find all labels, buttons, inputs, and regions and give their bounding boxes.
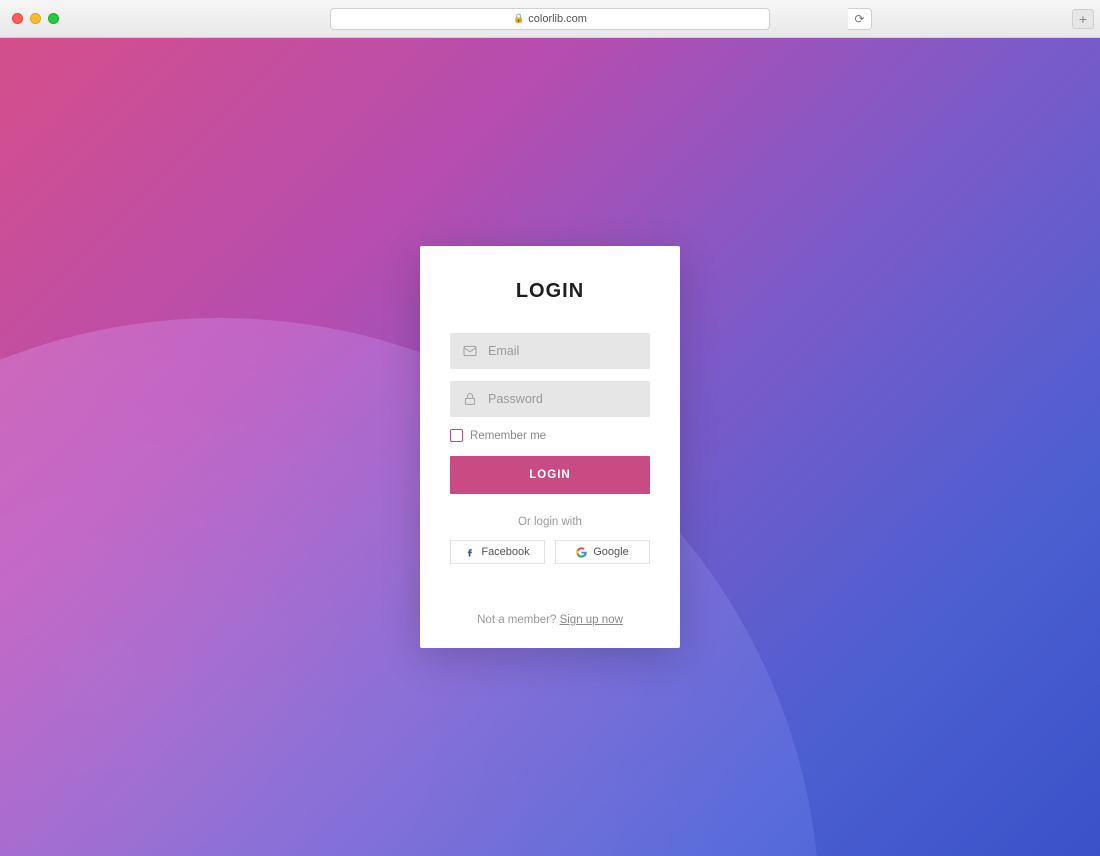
- signup-prompt: Not a member?: [477, 614, 559, 626]
- signup-link[interactable]: Sign up now: [560, 614, 623, 626]
- email-input[interactable]: [488, 344, 638, 358]
- minimize-window-button[interactable]: [30, 13, 41, 24]
- remember-me-row[interactable]: Remember me: [450, 429, 650, 442]
- facebook-label: Facebook: [481, 546, 529, 558]
- signup-footer: Not a member? Sign up now: [450, 614, 650, 626]
- google-login-button[interactable]: Google: [555, 540, 650, 564]
- email-field-wrapper[interactable]: [450, 333, 650, 369]
- password-field-wrapper[interactable]: [450, 381, 650, 417]
- zoom-window-button[interactable]: [48, 13, 59, 24]
- new-tab-button[interactable]: +: [1072, 9, 1094, 29]
- social-login-row: Facebook Google: [450, 540, 650, 564]
- card-title: LOGIN: [450, 280, 650, 303]
- facebook-icon: [465, 547, 475, 557]
- google-icon: [576, 547, 587, 558]
- window-traffic-lights: [12, 13, 59, 24]
- address-bar-text: colorlib.com: [528, 13, 587, 25]
- login-button[interactable]: LOGIN: [450, 456, 650, 494]
- password-input[interactable]: [488, 392, 638, 406]
- close-window-button[interactable]: [12, 13, 23, 24]
- facebook-login-button[interactable]: Facebook: [450, 540, 545, 564]
- social-divider-text: Or login with: [450, 516, 650, 528]
- google-label: Google: [593, 546, 628, 558]
- address-bar[interactable]: 🔒 colorlib.com: [330, 8, 770, 30]
- browser-chrome: 🔒 colorlib.com ⟳ +: [0, 0, 1100, 38]
- reload-button[interactable]: ⟳: [848, 8, 872, 30]
- mail-icon: [462, 343, 478, 359]
- remember-checkbox[interactable]: [450, 429, 463, 442]
- background-blob: [0, 318, 820, 856]
- lock-icon: 🔒: [513, 13, 524, 24]
- remember-label: Remember me: [470, 430, 546, 442]
- lock-icon: [462, 391, 478, 407]
- page-viewport: LOGIN Remember me LOGIN Or login with: [0, 38, 1100, 856]
- login-card: LOGIN Remember me LOGIN Or login with: [420, 246, 680, 648]
